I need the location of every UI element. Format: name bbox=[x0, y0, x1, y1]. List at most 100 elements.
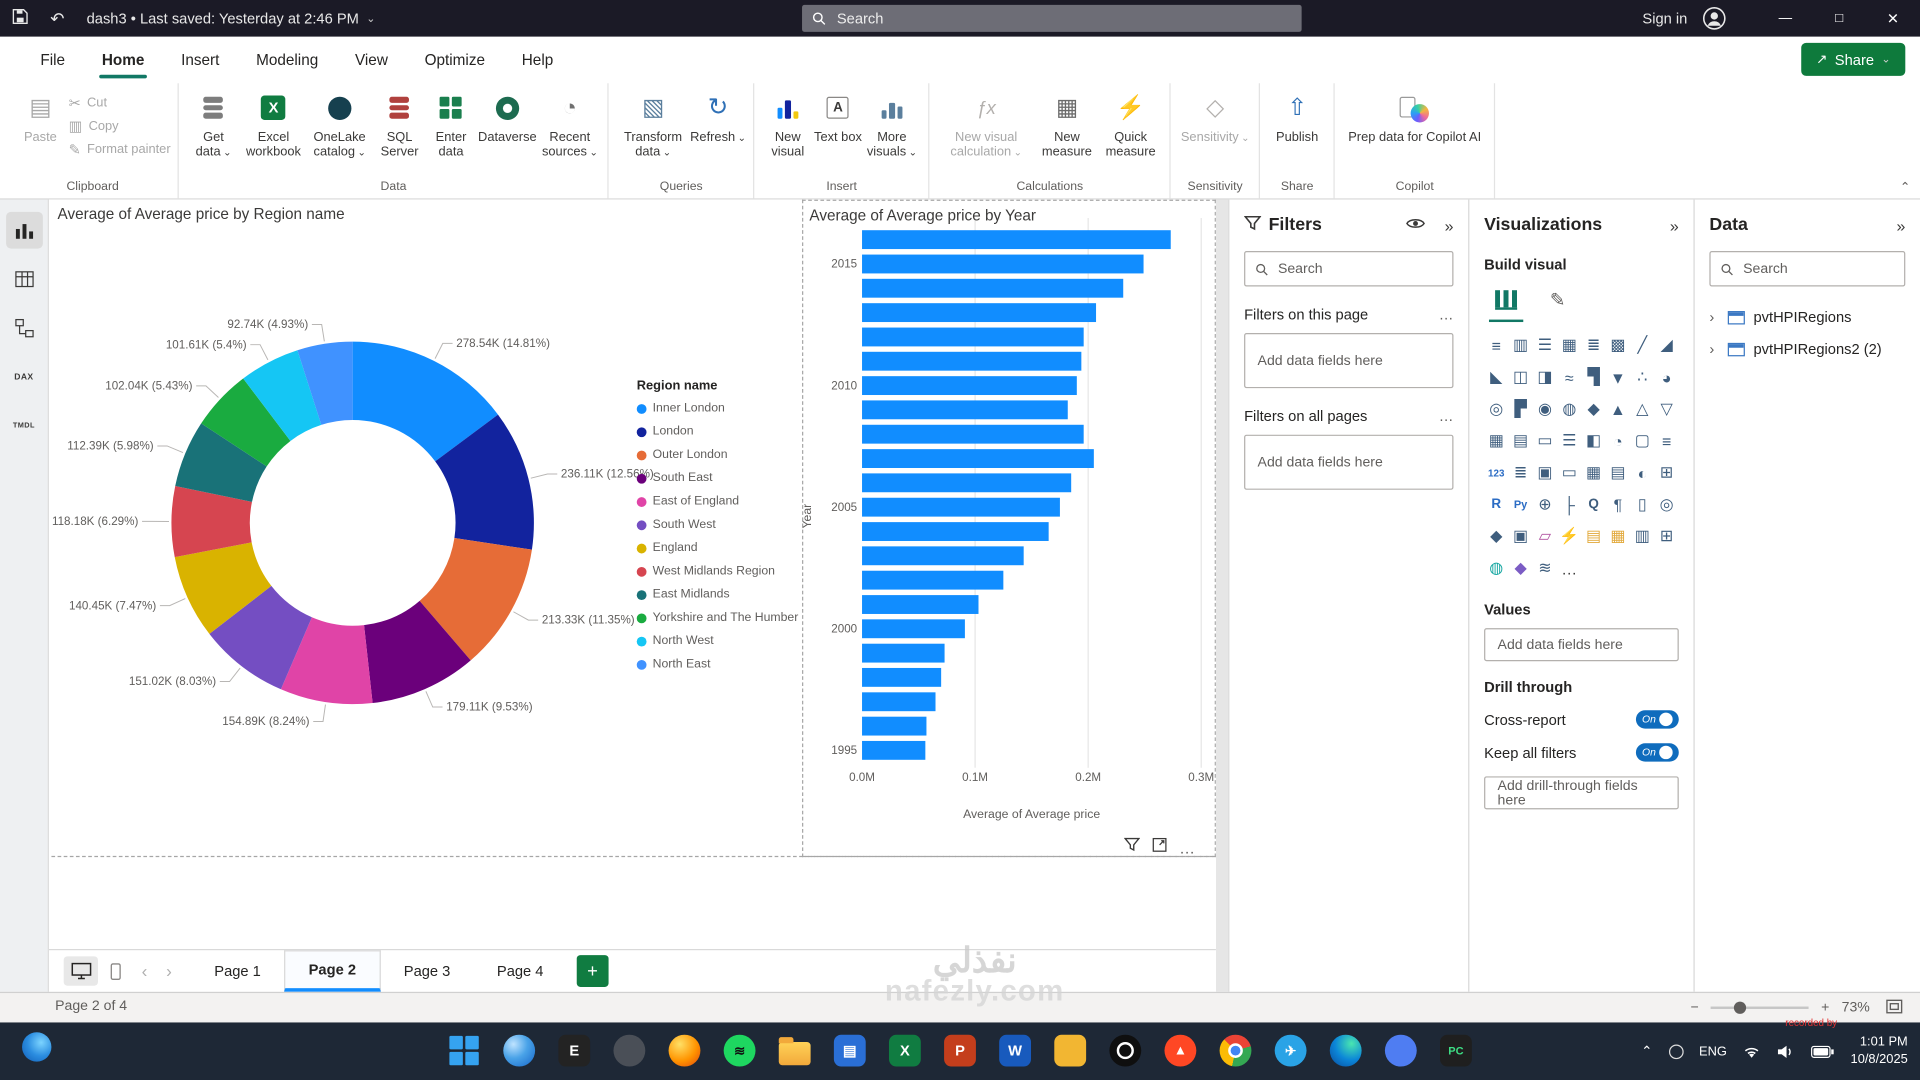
legend-item[interactable]: Outer London bbox=[637, 443, 801, 466]
legend-item[interactable]: South West bbox=[637, 513, 801, 536]
visual-type-grid-matrix[interactable]: ▤ bbox=[1606, 457, 1630, 489]
tray-overflow-chevron-icon[interactable]: ⌃ bbox=[1641, 1043, 1652, 1059]
visual-type-key-influencers[interactable]: ⊕ bbox=[1533, 489, 1557, 521]
focus-mode-icon[interactable] bbox=[1152, 836, 1167, 858]
page-tab-2[interactable]: Page 2 bbox=[284, 950, 380, 992]
ribbon-collapse-button[interactable]: ⌃ bbox=[1900, 181, 1910, 194]
clock[interactable]: 1:01 PM 10/8/2025 bbox=[1851, 1035, 1908, 1068]
visual-type-paginated-report[interactable]: ▯ bbox=[1630, 489, 1654, 521]
bar-1996[interactable] bbox=[862, 717, 926, 736]
ribbon-button-onelake-catalog[interactable]: OneLake catalog⌄ bbox=[307, 83, 373, 176]
visual-type-stacked-bar-chart[interactable]: ≡ bbox=[1484, 329, 1508, 361]
next-page-button[interactable]: › bbox=[157, 961, 181, 981]
zoom-out-button[interactable]: − bbox=[1690, 1000, 1698, 1015]
window-title[interactable]: dash3 • Last saved: Yesterday at 2:46 PM… bbox=[87, 10, 376, 27]
visual-type-arcgis-map[interactable]: △ bbox=[1630, 393, 1654, 425]
visual-type-funnel-chart[interactable]: ▼ bbox=[1606, 361, 1630, 393]
visual-type-python-visual[interactable]: Py bbox=[1508, 489, 1532, 521]
taskbar-spotify-icon[interactable]: ≋ bbox=[721, 1030, 758, 1072]
visual-type-multi-row-card[interactable]: ☰ bbox=[1557, 425, 1581, 457]
close-button[interactable]: ✕ bbox=[1866, 0, 1920, 37]
visual-type-clustered-bar-chart[interactable]: ☰ bbox=[1533, 329, 1557, 361]
collapse-pane-icon[interactable]: » bbox=[1896, 216, 1905, 234]
visual-type-metrics-visual[interactable]: ◆ bbox=[1484, 520, 1508, 552]
global-search[interactable] bbox=[802, 5, 1302, 32]
visual-type-tile-slicer[interactable]: ⊞ bbox=[1654, 457, 1678, 489]
legend-item[interactable]: Inner London bbox=[637, 397, 801, 420]
build-visual-tab[interactable] bbox=[1484, 280, 1528, 319]
expand-chevron-icon[interactable]: › bbox=[1709, 340, 1719, 357]
legend-item[interactable]: South East bbox=[637, 467, 801, 490]
visual-type-line-and-clustered-column-chart[interactable]: ◨ bbox=[1533, 361, 1557, 393]
visual-type-button-slicer[interactable]: ▢ bbox=[1630, 425, 1654, 457]
bar-chart-visual[interactable]: Average of Average price by Year Year 20… bbox=[802, 200, 1216, 858]
taskbar-copilot-icon[interactable] bbox=[501, 1030, 538, 1072]
ribbon-button-prep-data-for-copilot[interactable]: Prep data for Copilot AI bbox=[1342, 83, 1486, 176]
new-page-button[interactable]: + bbox=[577, 955, 609, 987]
visual-type-workbook-visual[interactable]: ▥ bbox=[1630, 520, 1654, 552]
data-search-input[interactable] bbox=[1741, 260, 1895, 277]
taskbar-excel-icon[interactable]: X bbox=[887, 1030, 924, 1072]
taskbar-firefox-icon[interactable] bbox=[666, 1030, 703, 1072]
visual-type-map[interactable]: ◉ bbox=[1533, 393, 1557, 425]
save-icon[interactable] bbox=[12, 9, 28, 29]
ribbon-button-dataverse[interactable]: Dataverse bbox=[476, 83, 540, 176]
zoom-slider-handle[interactable] bbox=[1734, 1002, 1746, 1014]
filters-search-input[interactable] bbox=[1275, 260, 1442, 277]
dax-query-view-button[interactable]: DAX bbox=[6, 359, 43, 396]
bar-2004[interactable] bbox=[862, 522, 1049, 541]
visual-type-reference-label-card[interactable]: ▭ bbox=[1557, 457, 1581, 489]
legend-item[interactable]: Yorkshire and The Humber bbox=[637, 606, 801, 629]
bar-1995[interactable] bbox=[862, 741, 925, 760]
visual-type-numeric-range-slicer[interactable]: 123 bbox=[1484, 457, 1508, 489]
taskbar-edge-icon[interactable] bbox=[1327, 1030, 1364, 1072]
taskbar-app-yellow-icon[interactable] bbox=[1052, 1030, 1089, 1072]
legend-item[interactable]: North West bbox=[637, 629, 801, 652]
bar-2014[interactable] bbox=[862, 279, 1123, 298]
account-avatar-icon[interactable] bbox=[1702, 6, 1726, 30]
more-options-icon[interactable]: … bbox=[1179, 838, 1195, 856]
report-view-button[interactable] bbox=[6, 212, 43, 249]
page-tab-3[interactable]: Page 3 bbox=[381, 950, 474, 992]
visual-type-hundred-stacked-column-chart[interactable]: ▩ bbox=[1606, 329, 1630, 361]
visual-type-waterfall-chart[interactable]: ▜ bbox=[1581, 361, 1605, 393]
taskbar-brave-icon[interactable]: ▲ bbox=[1162, 1030, 1199, 1072]
taskbar-chrome-icon[interactable] bbox=[1217, 1030, 1254, 1072]
mobile-layout-button[interactable] bbox=[98, 956, 132, 985]
format-visual-tab[interactable]: ✎ bbox=[1536, 280, 1580, 319]
fit-to-page-icon[interactable] bbox=[1886, 999, 1903, 1017]
table-view-button[interactable] bbox=[6, 261, 43, 298]
bar-2012[interactable] bbox=[862, 328, 1084, 347]
visual-type-scatter-chart[interactable]: ∴ bbox=[1630, 361, 1654, 393]
keep-all-filters-toggle[interactable]: On bbox=[1636, 743, 1679, 761]
cross-report-toggle[interactable]: On bbox=[1636, 710, 1679, 728]
ribbon-button-quick-measure[interactable]: ⚡Quick measure bbox=[1099, 83, 1163, 176]
wifi-icon[interactable] bbox=[1743, 1044, 1761, 1059]
bar-1998[interactable] bbox=[862, 668, 941, 687]
visual-type-ribbon-chart[interactable]: ≈ bbox=[1557, 361, 1581, 393]
visual-type-certified-visual[interactable]: ◍ bbox=[1484, 552, 1508, 584]
visual-type-goals-visual[interactable]: ◎ bbox=[1654, 489, 1678, 521]
taskbar-obs-icon[interactable] bbox=[1107, 1030, 1144, 1072]
visual-type-pie-chart[interactable]: ◕ bbox=[1654, 361, 1678, 393]
ribbon-button-excel-workbook[interactable]: XExcel workbook bbox=[240, 83, 306, 176]
menu-tab-file[interactable]: File bbox=[22, 37, 83, 84]
visual-type-semi-donut[interactable]: ◐ bbox=[1630, 457, 1654, 489]
taskbar-start-icon[interactable] bbox=[446, 1030, 483, 1072]
ribbon-button-transform-data[interactable]: ▧Transform data⌄ bbox=[616, 83, 689, 176]
expand-chevron-icon[interactable]: › bbox=[1709, 309, 1719, 326]
visual-type-list-slicer[interactable]: ≡ bbox=[1654, 425, 1678, 457]
visual-type-power-automate-visual[interactable]: ⚡ bbox=[1557, 520, 1581, 552]
battery-icon[interactable] bbox=[1811, 1045, 1834, 1057]
menu-tab-insert[interactable]: Insert bbox=[163, 37, 238, 84]
bar-2007[interactable] bbox=[862, 449, 1094, 468]
visual-type-filled-map[interactable]: ◍ bbox=[1557, 393, 1581, 425]
visual-type-marketplace-visual[interactable]: ⊞ bbox=[1654, 520, 1678, 552]
tray-security-icon[interactable] bbox=[1668, 1044, 1683, 1059]
ribbon-button-more-visuals[interactable]: More visuals⌄ bbox=[862, 83, 921, 176]
visual-type-hundred-stacked-bar-chart[interactable]: ≣ bbox=[1581, 329, 1605, 361]
menu-tab-view[interactable]: View bbox=[337, 37, 407, 84]
legend-item[interactable]: London bbox=[637, 420, 801, 443]
visual-type-area-chart[interactable]: ◢ bbox=[1654, 329, 1678, 361]
taskbar-widgets-icon[interactable] bbox=[22, 1032, 51, 1061]
